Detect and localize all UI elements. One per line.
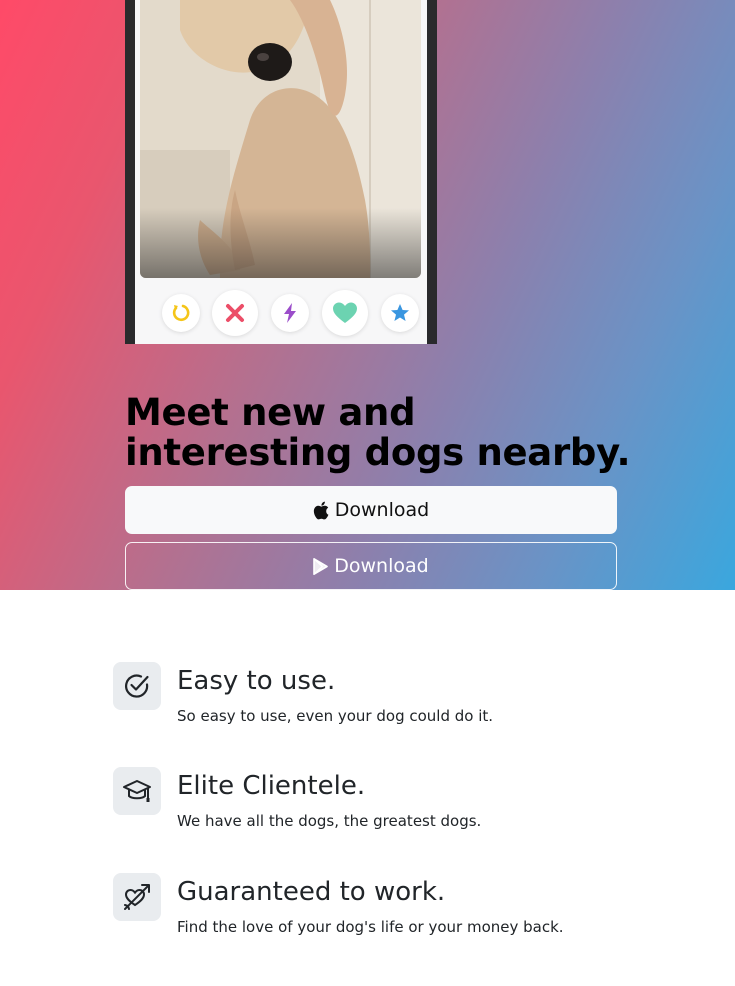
star-icon bbox=[391, 304, 409, 321]
feature-title: Guaranteed to work. bbox=[177, 877, 446, 907]
feature-description: So easy to use, even your dog could do i… bbox=[177, 707, 494, 725]
google-play-download-button[interactable]: Download bbox=[125, 542, 617, 590]
rewind-icon bbox=[172, 304, 190, 321]
rewind-button[interactable] bbox=[162, 294, 200, 332]
hero-section: Meet new and interesting dogs nearby. Do… bbox=[0, 0, 735, 590]
apple-download-label: Download bbox=[334, 499, 430, 521]
feature-item: Elite Clientele. We have all the dogs, t… bbox=[113, 767, 633, 847]
dog-photo bbox=[140, 0, 421, 278]
feature-item: Easy to use. So easy to use, even your d… bbox=[113, 662, 633, 742]
google-play-download-label: Download bbox=[334, 555, 429, 577]
nope-button[interactable] bbox=[212, 290, 258, 336]
heart-icon bbox=[333, 302, 357, 323]
feature-title: Easy to use. bbox=[177, 666, 336, 696]
super-like-button[interactable] bbox=[381, 294, 419, 332]
lightning-icon bbox=[284, 303, 296, 323]
feature-description: Find the love of your dog's life or your… bbox=[177, 918, 564, 936]
phone-mockup bbox=[125, 0, 437, 344]
boost-button[interactable] bbox=[271, 294, 309, 332]
feature-icon-box bbox=[113, 873, 161, 921]
feature-icon-box bbox=[113, 767, 161, 815]
feature-icon-box bbox=[113, 662, 161, 710]
heart-arrow-icon bbox=[124, 884, 150, 910]
photo-shadow bbox=[140, 208, 421, 278]
feature-title: Elite Clientele. bbox=[177, 771, 366, 801]
feature-item: Guaranteed to work. Find the love of you… bbox=[113, 873, 633, 953]
like-button[interactable] bbox=[322, 290, 368, 336]
apple-download-button[interactable]: Download bbox=[125, 486, 617, 534]
hero-headline: Meet new and interesting dogs nearby. bbox=[125, 391, 631, 474]
x-icon bbox=[226, 304, 244, 322]
mortarboard-icon bbox=[123, 780, 151, 802]
google-play-icon bbox=[313, 557, 329, 575]
swipe-action-row bbox=[135, 290, 427, 336]
phone-screen bbox=[135, 0, 427, 344]
feature-description: We have all the dogs, the greatest dogs. bbox=[177, 812, 482, 830]
apple-icon bbox=[313, 501, 329, 519]
check-circle-icon bbox=[125, 674, 149, 698]
